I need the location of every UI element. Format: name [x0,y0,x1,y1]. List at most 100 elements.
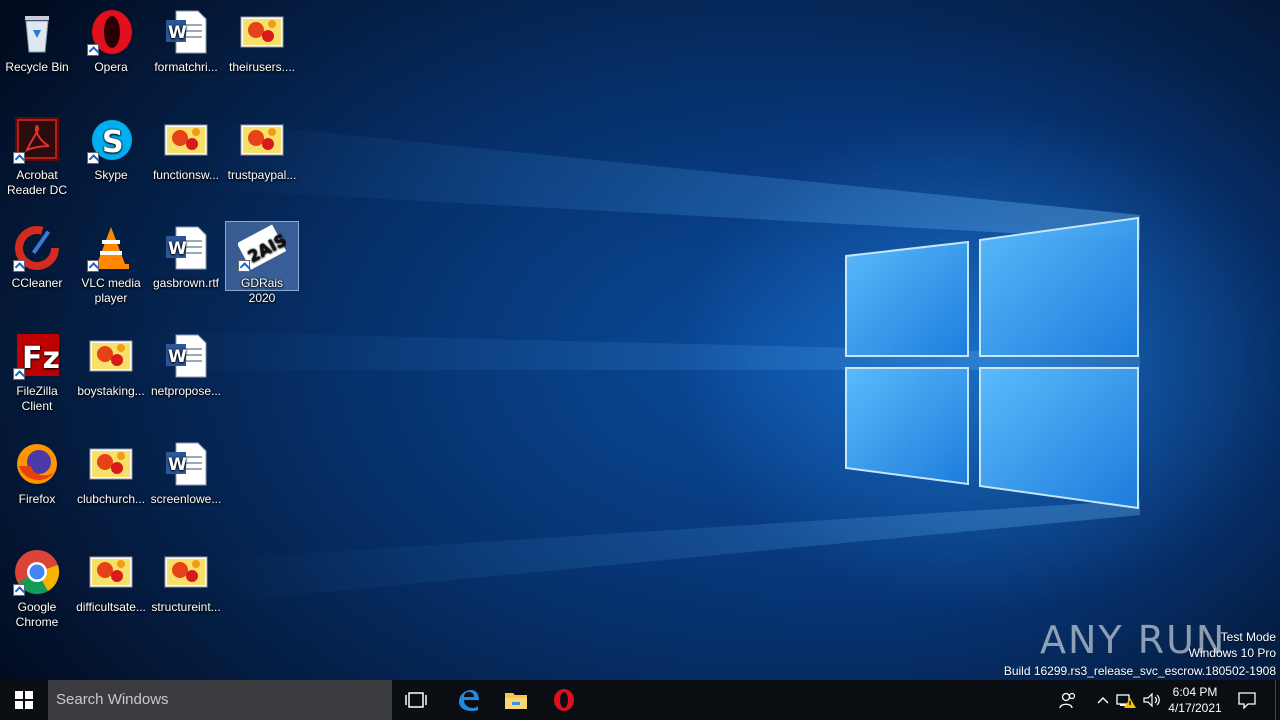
desktop-icon-label: FileZilla Client [16,384,58,413]
gdrais-icon: 2AIS [236,224,290,272]
desktop-icon-label: difficultsate... [76,600,146,614]
windows-start-icon [15,691,33,709]
volume-icon [1143,692,1160,708]
desktop-icon-filezilla[interactable]: Fz FileZilla Client [1,330,73,418]
desktop-icon-google-chrome[interactable]: Google Chrome [1,546,73,634]
desktop-icon-vlc[interactable]: VLC media player [75,222,147,310]
task-view-icon [405,692,427,708]
tray-time: 6:04 PM [1172,685,1218,699]
taskbar: Search Windows 6:04 PM 4/17/2021 [0,680,1280,720]
image-file-icon [87,332,135,380]
desktop-icon-label: netpropose... [150,384,222,398]
svg-text:W: W [168,239,187,259]
desktop-icon-structureint[interactable]: structureint... [150,546,222,618]
desktop-icon-label: Acrobat Reader DC [6,168,68,197]
desktop-icon-ccleaner[interactable]: CCleaner [1,222,73,294]
word-doc-icon: W [162,8,210,56]
desktop-icon-label: VLC media player [81,276,141,305]
edge-taskbar-button[interactable] [446,680,490,720]
volume-tray-button[interactable] [1140,680,1164,720]
desktop-icon-boystaking[interactable]: boystaking... [75,330,147,402]
file-explorer-icon [505,693,527,709]
shortcut-arrow-icon [87,260,99,272]
skype-icon: S [87,116,135,164]
desktop-icon-label: CCleaner [11,276,63,290]
edge-icon [459,690,479,711]
shortcut-arrow-icon [87,44,99,56]
action-center-button[interactable] [1232,680,1262,720]
image-file-icon [87,548,135,596]
desktop-icon-label: Google Chrome [15,600,59,629]
desktop-icon-difficultsate[interactable]: difficultsate... [75,546,147,618]
people-button[interactable] [1054,680,1082,720]
filezilla-icon: Fz [13,332,61,380]
shortcut-arrow-icon [13,368,25,380]
desktop-icon-theirusers[interactable]: theirusers.... [226,6,298,78]
desktop-icon-label: trustpaypal... [227,168,297,182]
notification-icon [1238,692,1256,709]
show-hidden-icons-button[interactable] [1092,680,1114,720]
desktop-icon-recycle-bin[interactable]: Recycle Bin [1,6,73,78]
clock-button[interactable]: 6:04 PM 4/17/2021 [1166,680,1224,720]
desktop-icon-label: gasbrown.rtf [152,276,220,290]
desktop-icon-functionsw[interactable]: functionsw... [150,114,222,186]
desktop-icon-label: boystaking... [77,384,145,398]
ccleaner-icon [13,224,61,272]
desktop-icon-label: functionsw... [152,168,220,182]
network-warning-icon [1116,694,1136,708]
desktop-icon-label: Recycle Bin [5,60,69,74]
image-file-icon [162,548,210,596]
desktop-icon-acrobat[interactable]: Acrobat Reader DC [1,114,73,202]
recycle-bin-icon [13,8,61,56]
desktop[interactable]: Recycle Bin Acrobat Reader DC CCleaner F… [0,0,1280,680]
word-doc-icon: W [162,224,210,272]
desktop-icon-opera[interactable]: Opera [75,6,147,78]
task-view-button[interactable] [396,680,436,720]
windows-edition-text: Windows 10 Pro [1188,646,1276,660]
desktop-icon-label: screenlowe... [150,492,222,506]
show-desktop-button[interactable] [1275,680,1280,720]
vlc-icon [87,224,135,272]
word-doc-icon: W [162,440,210,488]
svg-text:S: S [102,125,124,160]
desktop-icon-skype[interactable]: S Skype [75,114,147,186]
chrome-icon [13,548,61,596]
desktop-icon-clubchurch[interactable]: clubchurch... [75,438,147,510]
image-file-icon [238,116,286,164]
svg-text:W: W [168,23,187,43]
opera-taskbar-button[interactable] [542,680,586,720]
test-mode-text: Test Mode [1220,630,1276,644]
chevron-up-icon [1097,697,1109,704]
desktop-icon-formatchri[interactable]: W formatchri... [150,6,222,78]
desktop-icon-label: Skype [94,168,128,182]
people-icon [1059,692,1076,709]
file-explorer-taskbar-button[interactable] [494,680,538,720]
image-file-icon [238,8,286,56]
shortcut-arrow-icon [13,584,25,596]
desktop-icon-label: formatchri... [154,60,218,74]
image-file-icon [87,440,135,488]
word-doc-icon: W [162,332,210,380]
opera-icon [554,689,574,711]
search-box[interactable]: Search Windows [48,680,392,720]
desktop-icon-label: Firefox [18,492,56,506]
desktop-icon-gdrais-2020[interactable]: 2AIS GDRais 2020 [225,221,299,305]
firefox-icon [13,440,61,488]
svg-text:W: W [168,455,187,475]
desktop-icon-screenlowe[interactable]: W screenlowe... [150,438,222,510]
desktop-icon-gasbrown[interactable]: W gasbrown.rtf [150,222,222,294]
shortcut-arrow-icon [13,260,25,272]
svg-text:Fz: Fz [22,341,60,376]
acrobat-icon [13,116,61,164]
desktop-icon-firefox[interactable]: Firefox [1,438,73,510]
desktop-icon-label: theirusers.... [228,60,296,74]
build-text: Build 16299.rs3_release_svc_escrow.18050… [1003,664,1276,678]
tray-date: 4/17/2021 [1168,701,1222,715]
opera-icon [87,8,135,56]
shortcut-arrow-icon [13,152,25,164]
desktop-icon-trustpaypal[interactable]: trustpaypal... [226,114,298,186]
desktop-icon-netpropose[interactable]: W netpropose... [150,330,222,402]
network-tray-button[interactable] [1114,680,1138,720]
start-button[interactable] [0,680,48,720]
shortcut-arrow-icon [238,260,250,272]
